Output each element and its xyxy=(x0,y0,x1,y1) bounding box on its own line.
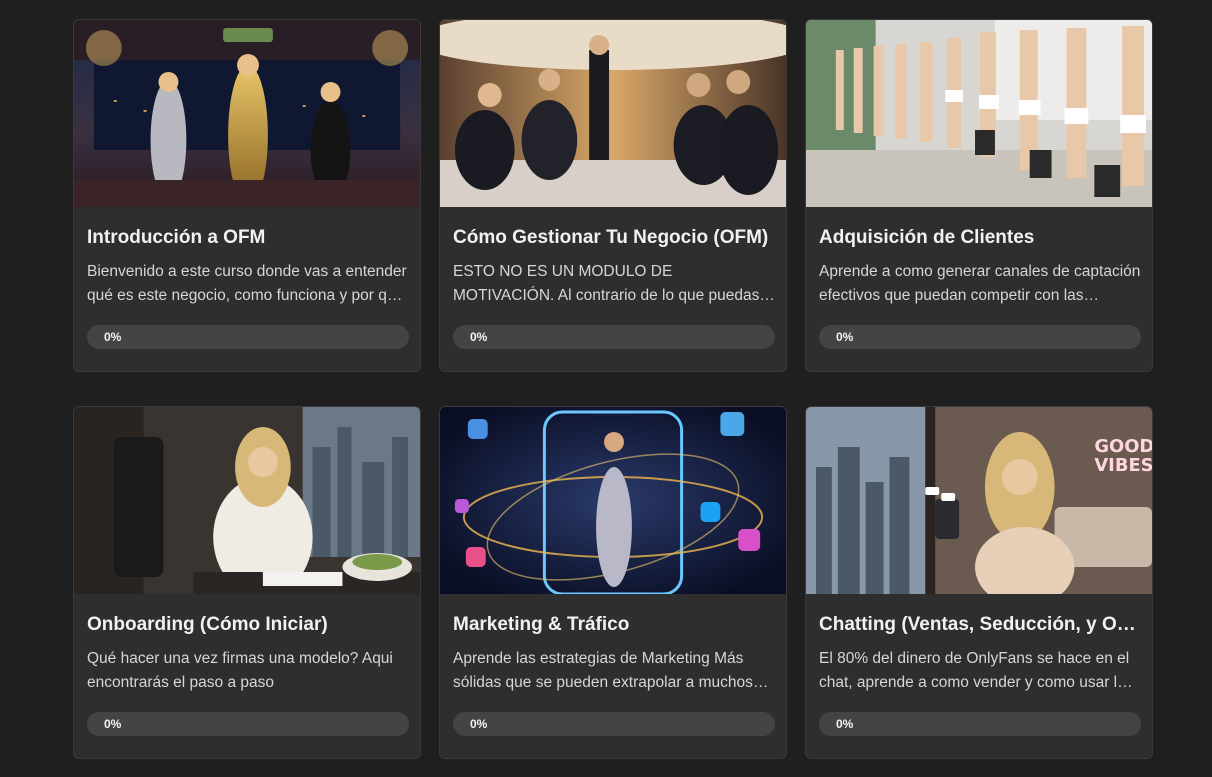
progress-bar: 0% xyxy=(819,712,1141,736)
progress-label: 0% xyxy=(104,330,122,344)
progress-label: 0% xyxy=(104,717,122,731)
course-card[interactable]: GOOD VIBES Chatting (Ventas, Seducción, … xyxy=(805,406,1153,759)
course-title[interactable]: Marketing & Tráfico xyxy=(453,614,775,636)
progress-label: 0% xyxy=(836,330,854,344)
progress-label: 0% xyxy=(470,717,488,731)
course-description: ESTO NO ES UN MODULO DE MOTIVACIÓN. Al c… xyxy=(453,263,760,304)
course-card[interactable]: Marketing & Tráfico Aprende las estrateg… xyxy=(439,406,787,759)
course-title[interactable]: Introducción a OFM xyxy=(87,227,409,249)
course-title[interactable]: Chatting (Ventas, Seducción, y Onboardin… xyxy=(819,614,1141,636)
neon-sign-text: GOOD xyxy=(1094,436,1152,457)
course-description: Aprende las estrategias de Marketing Más… xyxy=(453,650,753,691)
course-thumbnail xyxy=(74,20,420,207)
course-description: Qué hacer una vez firmas una modelo? Aqu… xyxy=(87,650,393,691)
course-card[interactable]: Introducción a OFM Bienvenido a este cur… xyxy=(73,19,421,372)
course-title[interactable]: Onboarding (Cómo Iniciar) xyxy=(87,614,409,636)
course-thumbnail xyxy=(806,20,1152,207)
course-title[interactable]: Cómo Gestionar Tu Negocio (OFM) xyxy=(453,227,775,249)
course-thumbnail: GOOD VIBES xyxy=(806,407,1152,594)
course-thumbnail xyxy=(440,407,786,594)
progress-label: 0% xyxy=(836,717,854,731)
progress-bar: 0% xyxy=(87,712,409,736)
course-card[interactable]: Adquisición de Clientes Aprende a como g… xyxy=(805,19,1153,372)
progress-bar: 0% xyxy=(87,325,409,349)
progress-bar: 0% xyxy=(453,712,775,736)
progress-label: 0% xyxy=(470,330,488,344)
course-description: Bienvenido a este curso donde vas a ente… xyxy=(87,263,407,304)
neon-sign-text: VIBES xyxy=(1094,455,1152,476)
course-thumbnail xyxy=(74,407,420,594)
course-description: Aprende a como generar canales de captac… xyxy=(819,263,1141,304)
course-card[interactable]: Onboarding (Cómo Iniciar) Qué hacer una … xyxy=(73,406,421,759)
course-thumbnail xyxy=(440,20,786,207)
course-title[interactable]: Adquisición de Clientes xyxy=(819,227,1141,249)
progress-bar: 0% xyxy=(819,325,1141,349)
course-description: El 80% del dinero de OnlyFans se hace en… xyxy=(819,650,1130,691)
progress-bar: 0% xyxy=(453,325,775,349)
course-card[interactable]: Cómo Gestionar Tu Negocio (OFM) ESTO NO … xyxy=(439,19,787,372)
